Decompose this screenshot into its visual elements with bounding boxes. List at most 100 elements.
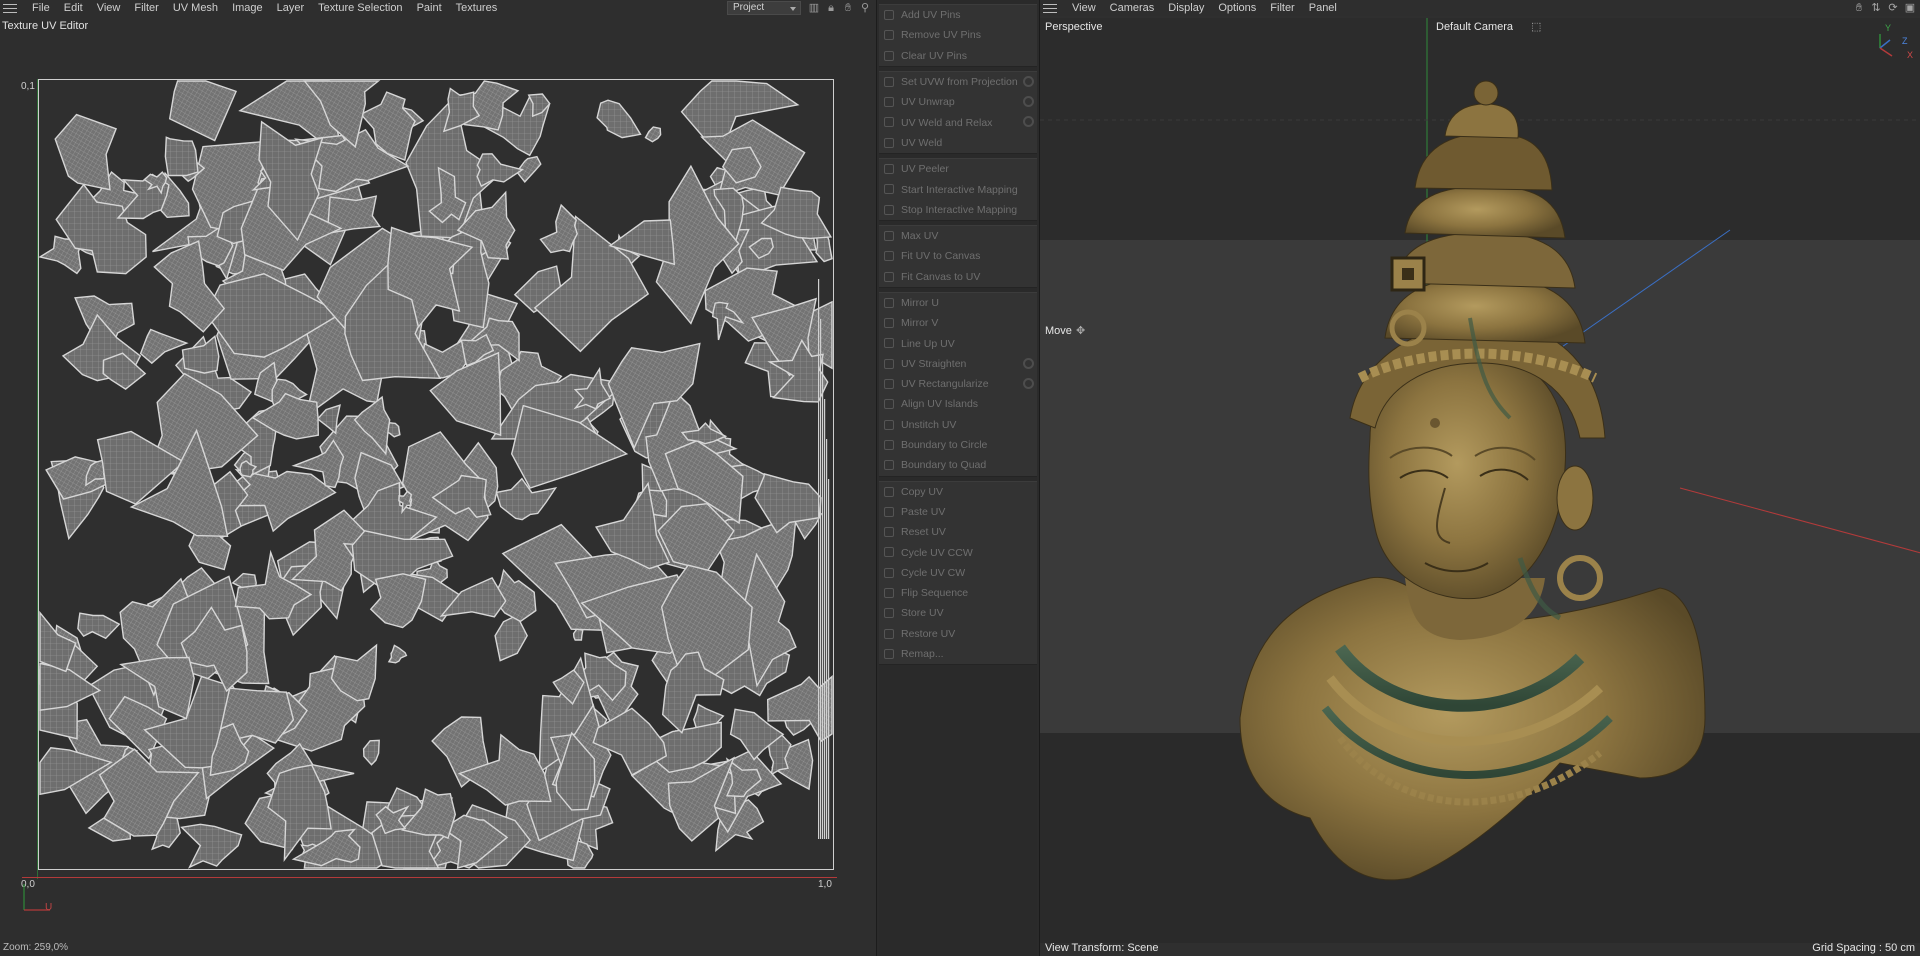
tool-item[interactable]: Max UV bbox=[879, 226, 1037, 246]
tool-label: UV Weld and Relax bbox=[901, 116, 993, 129]
vp-menu-filter[interactable]: Filter bbox=[1263, 2, 1301, 14]
tool-icon bbox=[884, 117, 894, 128]
dolly-icon[interactable]: ⇅ bbox=[1870, 2, 1882, 14]
menu-uv-mesh[interactable]: UV Mesh bbox=[166, 2, 225, 14]
menu-texture-selection[interactable]: Texture Selection bbox=[311, 2, 409, 14]
menu-filter[interactable]: Filter bbox=[127, 2, 165, 14]
camera-lock-icon[interactable]: ⬚ bbox=[1531, 20, 1541, 33]
tool-item[interactable]: Clear UV Pins bbox=[879, 46, 1037, 66]
gear-icon[interactable] bbox=[1023, 357, 1034, 369]
gizmo-y-label: Y bbox=[1885, 23, 1892, 33]
lock-icon[interactable]: 🔒︎ bbox=[825, 2, 837, 14]
project-dropdown-value: Project bbox=[733, 2, 765, 13]
orientation-gizmo-icon bbox=[1879, 34, 1893, 57]
tool-icon bbox=[884, 271, 894, 282]
viewport-scene[interactable] bbox=[1040, 18, 1920, 940]
histogram-icon[interactable]: ▥ bbox=[808, 2, 820, 14]
tool-label: UV Rectangularize bbox=[901, 378, 989, 391]
tool-item[interactable]: Fit Canvas to UV bbox=[879, 267, 1037, 287]
coord-top-left: 0,1 bbox=[21, 81, 35, 92]
tool-item[interactable]: Mirror V bbox=[879, 313, 1037, 333]
uv-strip bbox=[818, 279, 820, 839]
tool-item[interactable]: UV Rectangularize bbox=[879, 374, 1037, 394]
hand-pan-icon[interactable]: ✋︎ bbox=[842, 2, 854, 14]
tool-icon bbox=[884, 379, 894, 390]
tool-label: Fit Canvas to UV bbox=[901, 270, 981, 283]
camera-label[interactable]: Default Camera bbox=[1436, 21, 1513, 33]
pin-icon[interactable]: ⚲ bbox=[859, 2, 871, 14]
tool-icon bbox=[884, 164, 894, 175]
tool-item[interactable]: Boundary to Circle bbox=[879, 435, 1037, 455]
menu-file[interactable]: File bbox=[25, 2, 57, 14]
tool-item[interactable]: Reset UV bbox=[879, 522, 1037, 542]
tool-item[interactable]: Stop Interactive Mapping bbox=[879, 200, 1037, 220]
gear-icon[interactable] bbox=[1023, 116, 1034, 128]
vp-menu-display[interactable]: Display bbox=[1161, 2, 1211, 14]
tool-item[interactable]: Boundary to Quad bbox=[879, 455, 1037, 475]
menu-edit[interactable]: Edit bbox=[57, 2, 90, 14]
menu-paint[interactable]: Paint bbox=[410, 2, 449, 14]
tool-item[interactable]: UV Straighten bbox=[879, 354, 1037, 374]
tool-item[interactable]: Store UV bbox=[879, 603, 1037, 623]
viewport-hamburger-icon[interactable] bbox=[1043, 3, 1057, 13]
menu-view[interactable]: View bbox=[90, 2, 128, 14]
tool-item[interactable]: UV Unwrap bbox=[879, 92, 1037, 112]
uv-canvas[interactable] bbox=[38, 79, 834, 870]
tool-item[interactable]: Start Interactive Mapping bbox=[879, 179, 1037, 199]
uv-toolbar-icons: ▥ 🔒︎ ✋︎ ⚲ bbox=[808, 2, 871, 14]
tool-icon bbox=[884, 230, 894, 241]
gizmo-z-label: Z bbox=[1902, 36, 1908, 46]
tool-item[interactable]: UV Weld bbox=[879, 133, 1037, 153]
tool-item[interactable]: Unstitch UV bbox=[879, 415, 1037, 435]
tool-label: Align UV Islands bbox=[901, 398, 979, 411]
pan-hand-icon[interactable]: ✋︎ bbox=[1853, 2, 1865, 14]
orbit-icon[interactable]: ⟳ bbox=[1887, 2, 1899, 14]
vp-menu-panel[interactable]: Panel bbox=[1302, 2, 1344, 14]
project-dropdown[interactable]: Project bbox=[727, 1, 801, 15]
tool-label: Store UV bbox=[901, 607, 944, 620]
tool-item[interactable]: Line Up UV bbox=[879, 333, 1037, 353]
vp-menu-options[interactable]: Options bbox=[1211, 2, 1263, 14]
tool-icon bbox=[884, 358, 894, 369]
tool-label: Unstitch UV bbox=[901, 418, 957, 431]
menu-image[interactable]: Image bbox=[225, 2, 270, 14]
coord-bottom-right: 1,0 bbox=[818, 879, 832, 890]
tool-item[interactable]: Add UV Pins bbox=[879, 5, 1037, 25]
gear-icon[interactable] bbox=[1023, 75, 1034, 87]
tool-label: Line Up UV bbox=[901, 337, 955, 350]
tool-item[interactable]: Mirror U bbox=[879, 293, 1037, 313]
tool-item[interactable]: Remap... bbox=[879, 644, 1037, 664]
tool-icon bbox=[884, 204, 894, 215]
tool-group: Set UVW from Projection UV Unwrap UV Weld … bbox=[879, 70, 1037, 155]
tool-item[interactable]: Copy UV bbox=[879, 482, 1037, 502]
tool-item[interactable]: Set UVW from Projection bbox=[879, 72, 1037, 92]
vp-menu-cameras[interactable]: Cameras bbox=[1103, 2, 1162, 14]
tool-group: Copy UV Paste UV Reset UV Cycle UV CCW Cycle… bbox=[879, 480, 1037, 666]
tool-item[interactable]: Restore UV bbox=[879, 624, 1037, 644]
tool-item[interactable]: Align UV Islands bbox=[879, 394, 1037, 414]
grid-spacing-label: Grid Spacing : 50 cm bbox=[1812, 942, 1915, 954]
projection-label[interactable]: Perspective bbox=[1045, 21, 1102, 33]
tool-item[interactable]: Cycle UV CW bbox=[879, 563, 1037, 583]
tool-icon bbox=[884, 486, 894, 497]
uv-editor-panel: File Edit View Filter UV Mesh Image Laye… bbox=[0, 0, 877, 956]
uv-strip bbox=[828, 479, 830, 839]
gear-icon[interactable] bbox=[1023, 96, 1034, 108]
hamburger-menu-icon[interactable] bbox=[3, 3, 17, 13]
tool-item[interactable]: UV Peeler bbox=[879, 159, 1037, 179]
tool-item[interactable]: Fit UV to Canvas bbox=[879, 246, 1037, 266]
tool-label: Paste UV bbox=[901, 505, 946, 518]
gear-icon[interactable] bbox=[1023, 378, 1034, 390]
menu-textures[interactable]: Textures bbox=[449, 2, 505, 14]
tool-item[interactable]: Remove UV Pins bbox=[879, 25, 1037, 45]
tool-item[interactable]: Flip Sequence bbox=[879, 583, 1037, 603]
tool-item[interactable]: Cycle UV CCW bbox=[879, 542, 1037, 562]
tool-label: Restore UV bbox=[901, 627, 956, 640]
tool-icon bbox=[884, 567, 894, 578]
tool-item[interactable]: UV Weld and Relax bbox=[879, 112, 1037, 132]
maximize-icon[interactable]: ▣ bbox=[1904, 2, 1916, 14]
menu-layer[interactable]: Layer bbox=[270, 2, 312, 14]
tool-label: UV Peeler bbox=[901, 163, 949, 176]
vp-menu-view[interactable]: View bbox=[1065, 2, 1103, 14]
tool-item[interactable]: Paste UV bbox=[879, 502, 1037, 522]
